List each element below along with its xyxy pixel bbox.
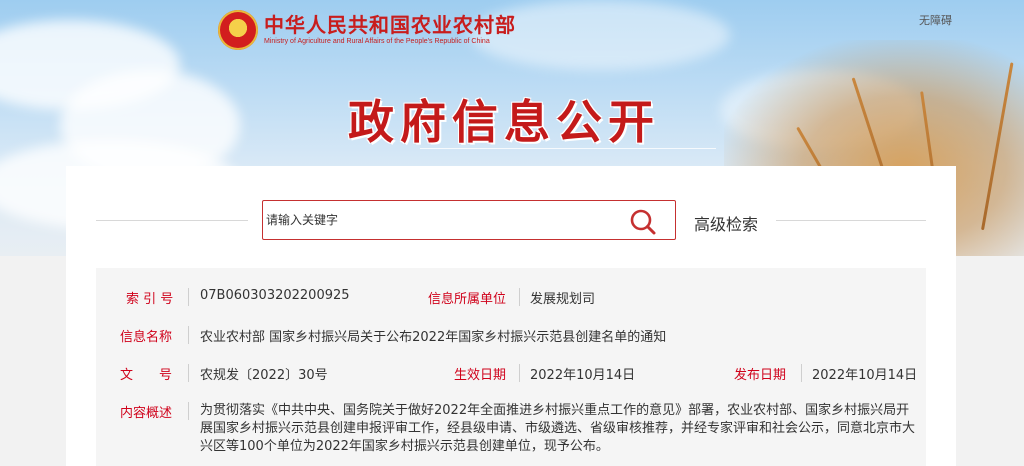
ministry-name-cn: 中华人民共和国农业农村部 [264,13,516,37]
title-underline [420,148,716,149]
advanced-search-link[interactable]: 高级检索 [694,211,758,235]
divider [519,288,520,306]
index-value: 07B060303202200925 [200,288,350,303]
search-box [262,200,676,240]
divider [519,364,520,382]
effective-date-label: 生效日期 [454,368,507,383]
search-icon [630,209,656,235]
search-button[interactable] [629,208,657,236]
divider [188,364,189,382]
divider [188,402,189,420]
search-input[interactable] [265,207,606,233]
effective-date-value: 2022年10月14日 [530,368,636,383]
publish-date-value: 2022年10月14日 [812,368,918,383]
doc-value: 农规发〔2022〕30号 [200,368,328,383]
summary-value: 为贯彻落实《中共中央、国务院关于做好2022年全面推进乡村振兴重点工作的意见》部… [200,403,916,454]
accessibility-link[interactable]: 无障碍 [919,12,952,28]
ministry-logo[interactable]: 中华人民共和国农业农村部 Ministry of Agriculture and… [218,10,516,50]
doc-label: 文 号 [120,368,173,383]
info-table: 索 引 号 07B060303202200925 信息所属单位 发展规划司 信息… [96,268,926,466]
search-divider-right [776,220,926,221]
search-divider-left [96,220,248,221]
ministry-name-en: Ministry of Agriculture and Rural Affair… [264,38,490,45]
dept-value: 发展规划司 [530,292,596,307]
divider [188,288,189,306]
divider [188,326,189,344]
index-label: 索 引 号 [126,292,174,307]
divider [801,364,802,382]
name-label: 信息名称 [120,330,173,345]
summary-label: 内容概述 [120,406,173,421]
page-title: 政府信息公开 [348,95,660,149]
publish-date-label: 发布日期 [734,368,787,383]
dept-label: 信息所属单位 [428,292,507,307]
national-emblem-icon [218,10,258,50]
name-value: 农业农村部 国家乡村振兴局关于公布2022年国家乡村振兴示范县创建名单的通知 [200,330,667,345]
